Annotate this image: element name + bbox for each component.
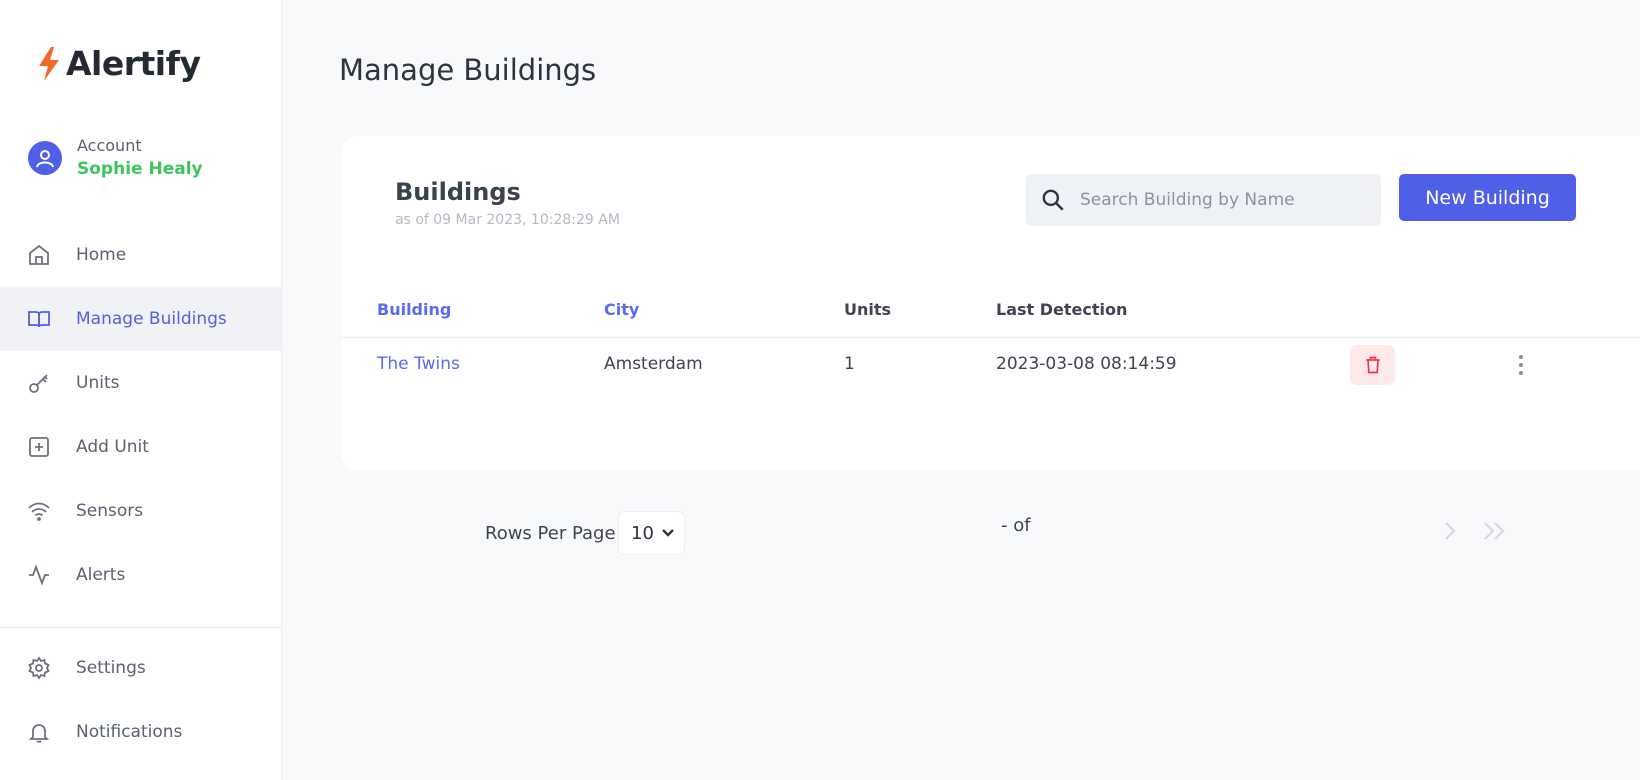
sidebar-item-label: Add Unit (76, 437, 149, 457)
plus-square-icon (26, 434, 52, 460)
activity-icon (26, 562, 52, 588)
double-chevron-right-icon (1484, 522, 1505, 540)
sidebar-item-home[interactable]: Home (0, 223, 281, 287)
sidebar-divider (0, 627, 281, 628)
card-subtitle: as of 09 Mar 2023, 10:28:29 AM (395, 212, 620, 228)
column-header-building[interactable]: Building (377, 300, 451, 319)
search-input[interactable]: Search Building by Name (1026, 174, 1381, 226)
sidebar-item-manage-buildings[interactable]: Manage Buildings (0, 287, 281, 351)
wifi-icon (26, 498, 52, 524)
cell-last-detection: 2023-03-08 08:14:59 (996, 354, 1177, 374)
page-title: Manage Buildings (339, 53, 597, 87)
more-options-button[interactable] (1511, 352, 1531, 378)
search-icon (1042, 189, 1064, 211)
avatar[interactable] (28, 140, 62, 175)
sidebar-item-label: Notifications (76, 722, 183, 742)
sidebar-item-label: Home (76, 245, 127, 265)
sidebar-item-sensors[interactable]: Sensors (0, 479, 281, 543)
cell-building[interactable]: The Twins (377, 354, 460, 374)
table-header-divider (341, 337, 1640, 338)
sidebar-item-label: Settings (76, 658, 146, 678)
sidebar-item-label: Sensors (76, 501, 144, 521)
trash-icon (1365, 356, 1380, 374)
sidebar-item-settings[interactable]: Settings (0, 636, 281, 700)
rows-per-page-label: Rows Per Page (485, 523, 616, 544)
gear-icon (26, 655, 52, 681)
brand-logo[interactable]: Alertify (36, 44, 201, 83)
sidebar-item-notifications[interactable]: Notifications (0, 700, 281, 764)
sidebar-item-units[interactable]: Units (0, 351, 281, 415)
new-building-button[interactable]: New Building (1399, 174, 1576, 221)
bell-icon (26, 719, 52, 745)
bolt-icon (39, 46, 59, 81)
rows-per-page-select[interactable]: 10 (618, 511, 685, 555)
sidebar-item-label: Manage Buildings (76, 309, 227, 329)
next-page-button[interactable] (1440, 520, 1460, 546)
chevron-right-icon (1445, 522, 1456, 540)
key-icon (26, 370, 52, 396)
column-header-last-detection: Last Detection (996, 300, 1128, 319)
page-range: - of (1001, 515, 1031, 536)
account-name[interactable]: Sophie Healy (77, 159, 203, 179)
rows-per-page-value: 10 (631, 522, 654, 544)
sidebar-item-label: Alerts (76, 565, 126, 585)
last-page-button[interactable] (1482, 520, 1508, 546)
card-title: Buildings (395, 178, 521, 206)
cell-units: 1 (844, 354, 855, 374)
column-header-units: Units (844, 300, 892, 319)
search-placeholder: Search Building by Name (1080, 190, 1295, 210)
sidebar-item-add-unit[interactable]: Add Unit (0, 415, 281, 479)
chevron-down-icon (662, 529, 674, 537)
home-icon (26, 242, 52, 268)
kebab-menu-icon (1519, 355, 1523, 375)
book-icon (26, 306, 52, 332)
column-header-city[interactable]: City (604, 300, 639, 319)
brand-name: Alertify (66, 44, 201, 83)
user-icon (36, 149, 54, 167)
cell-city: Amsterdam (604, 354, 703, 374)
delete-button[interactable] (1350, 345, 1395, 385)
buildings-card: Buildings as of 09 Mar 2023, 10:28:29 AM… (341, 136, 1640, 470)
sidebar: Alertify Account Sophie Healy Home Manag… (0, 0, 282, 780)
sidebar-item-label: Units (76, 373, 120, 393)
account-label: Account (77, 136, 142, 155)
sidebar-item-alerts[interactable]: Alerts (0, 543, 281, 607)
account-section[interactable]: Account Sophie Healy (28, 136, 203, 179)
